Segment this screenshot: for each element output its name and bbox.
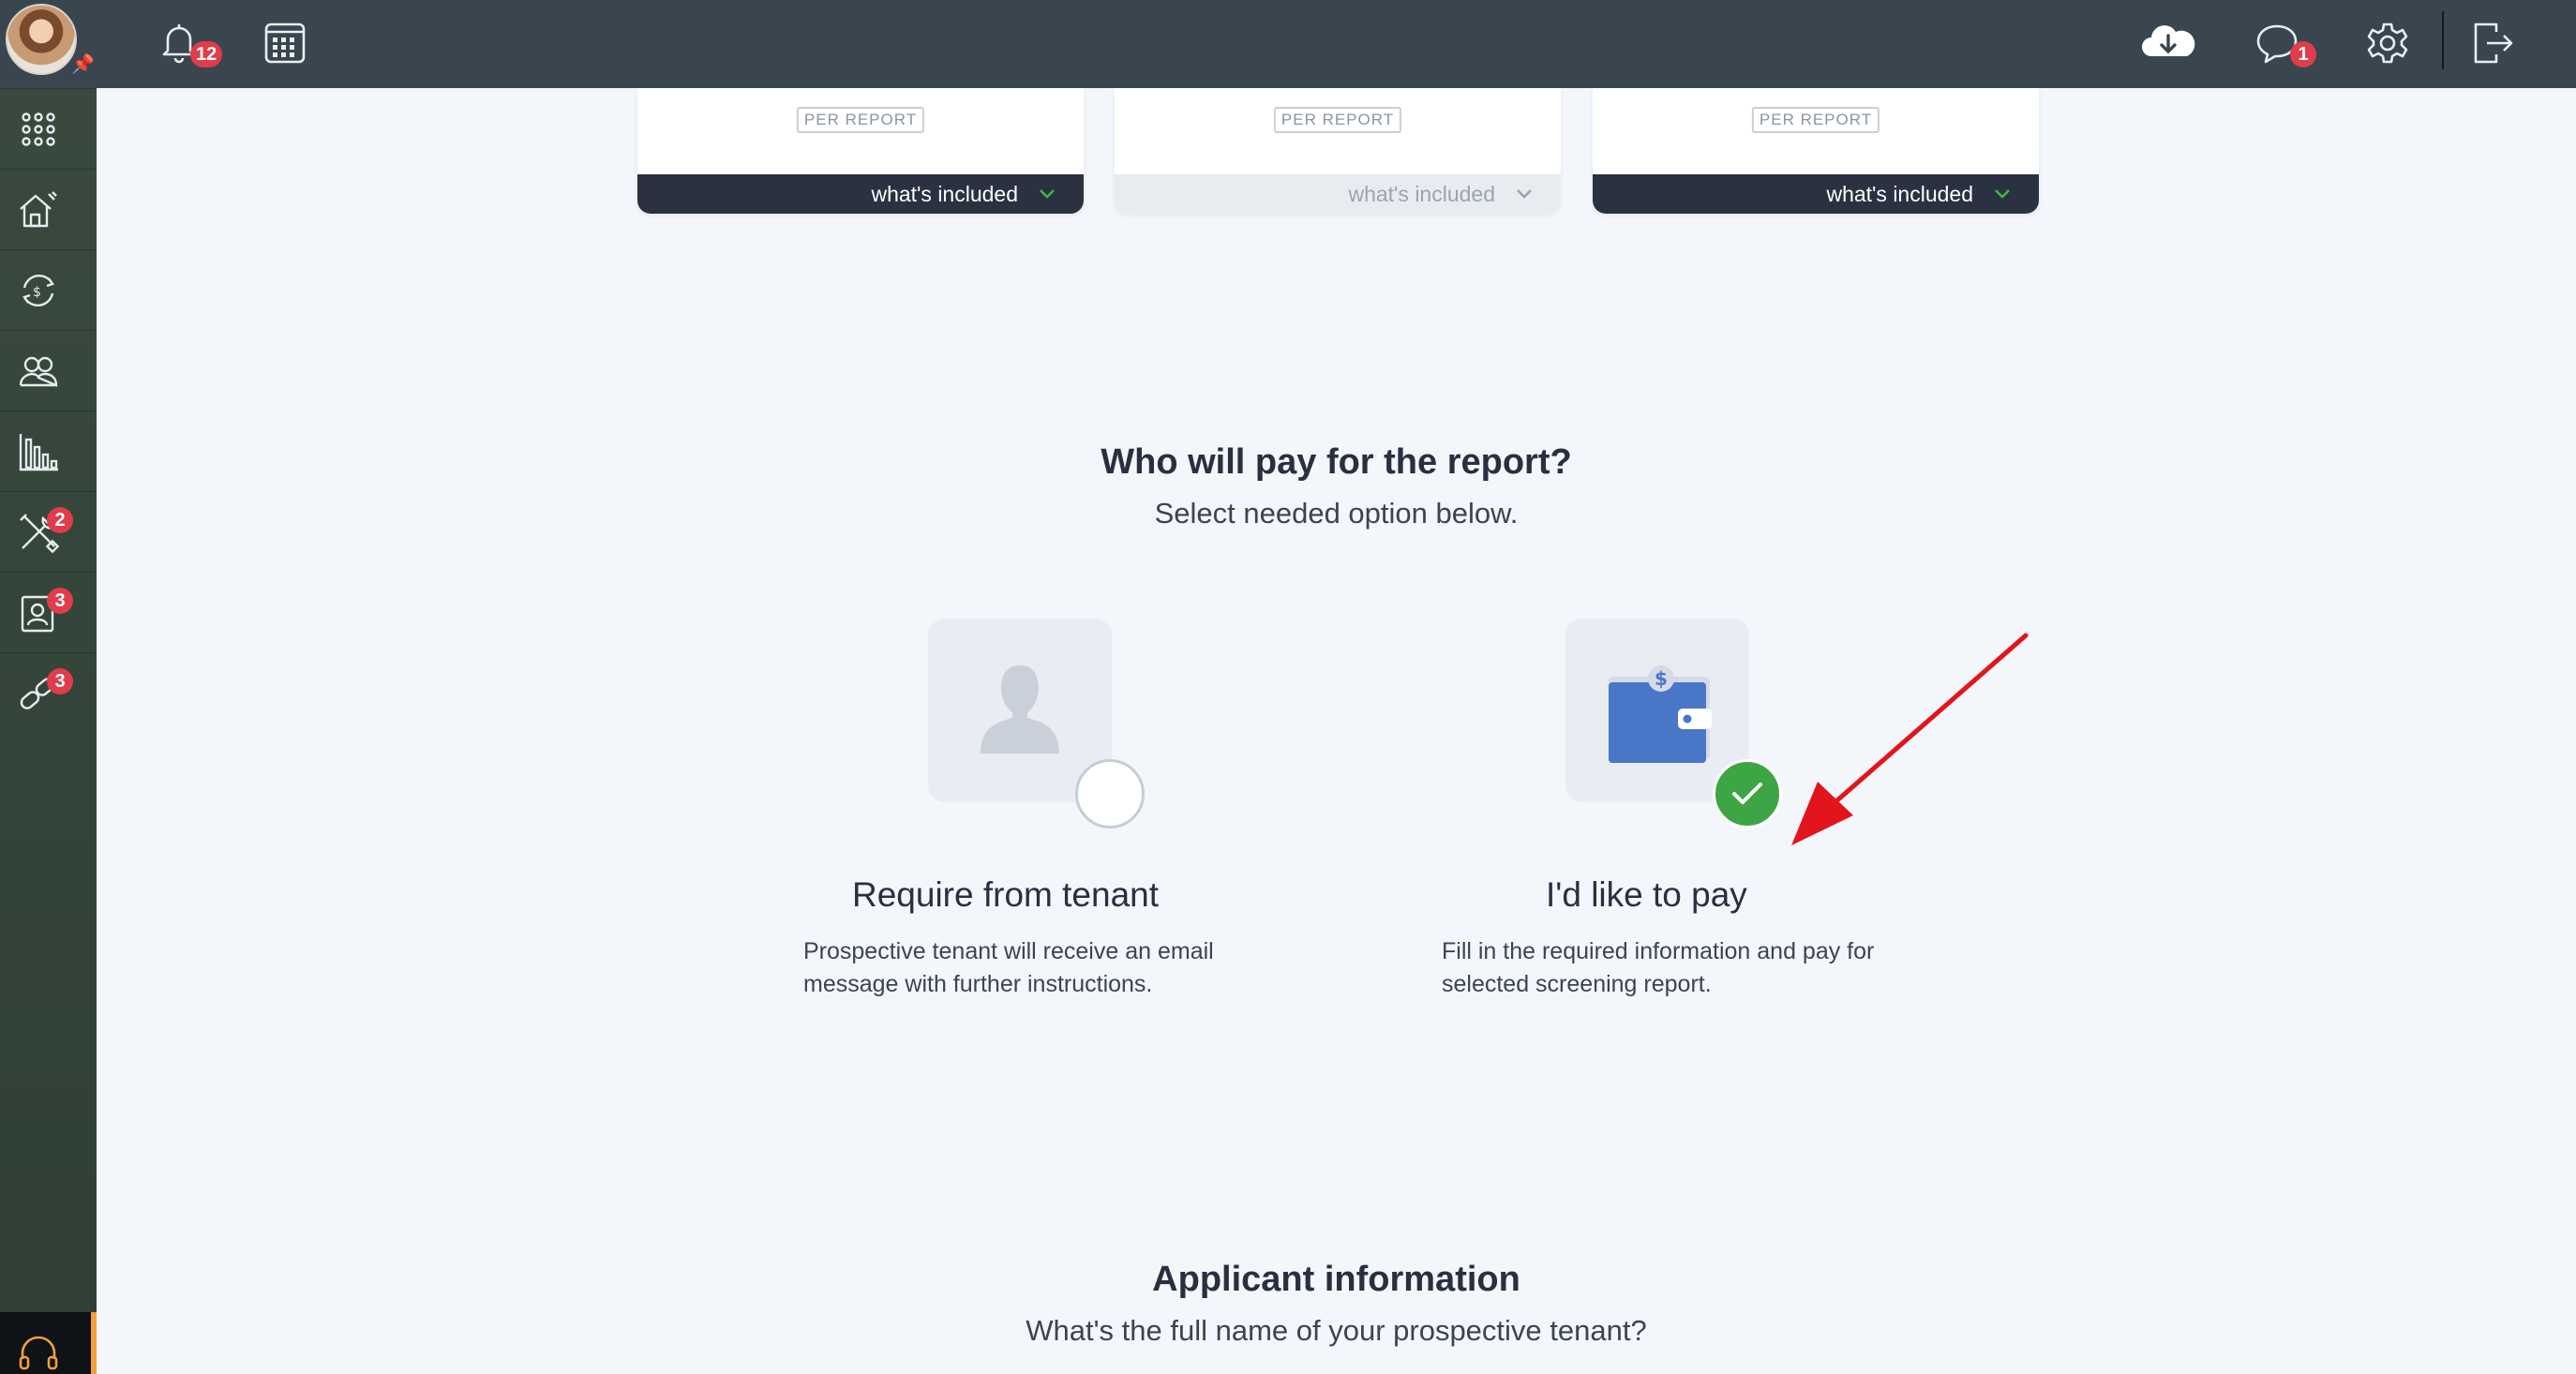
topbar-separator <box>2442 11 2444 69</box>
user-profile[interactable]: 📌 <box>0 0 97 88</box>
plan-card[interactable]: PER REPORT what's included <box>1593 88 2039 214</box>
whats-included-toggle[interactable]: what's included <box>637 174 1084 214</box>
option-title: I'd like to pay <box>1546 875 1747 914</box>
messages-button[interactable]: 1 <box>2253 19 2316 67</box>
option-description: Prospective tenant will receive an email… <box>803 938 1214 997</box>
payer-title: Who will pay for the report? <box>1101 442 1572 482</box>
person-icon <box>981 665 1059 754</box>
support-button[interactable] <box>0 1312 97 1374</box>
bar-chart-icon <box>19 434 58 471</box>
logout-icon <box>2474 22 2513 64</box>
chevron-down-icon <box>1040 189 1055 199</box>
messages-badge: 1 <box>2290 41 2316 67</box>
price-unit: PER REPORT <box>796 107 925 133</box>
chevron-down-icon <box>1517 189 1532 199</box>
sidebar-item-reports[interactable] <box>0 411 97 491</box>
applicant-subtitle: What's the full name of your prospective… <box>1026 1314 1647 1347</box>
option-description: Fill in the required information and pay… <box>1442 938 1875 997</box>
checkmark-icon <box>1732 783 1762 804</box>
id-like-to-pay-radio-checked[interactable] <box>1713 759 1782 829</box>
option-title: Require from tenant <box>852 875 1160 914</box>
price-unit: PER REPORT <box>1273 107 1402 133</box>
sidebar-item-maintenance[interactable]: 2 <box>0 491 97 572</box>
annotation-arrow <box>1791 633 2029 845</box>
whats-included-toggle[interactable]: what's included <box>1115 174 1561 214</box>
topbar: 12 1 <box>97 0 2576 88</box>
sidebar-item-services[interactable]: 3 <box>0 652 97 733</box>
whats-included-label: what's included <box>871 182 1018 206</box>
whats-included-toggle[interactable]: what's included <box>1593 174 2039 214</box>
plan-card[interactable]: PER REPORT what's included <box>1115 88 1561 214</box>
maintenance-badge: 2 <box>47 507 73 533</box>
wallet-icon: $ <box>1609 665 1712 763</box>
calendar-icon <box>264 22 306 64</box>
download-button[interactable] <box>2136 19 2200 67</box>
people-icon <box>19 356 58 387</box>
payer-subtitle: Select needed option below. <box>1154 497 1519 530</box>
sidebar-item-contacts[interactable] <box>0 330 97 411</box>
services-badge: 3 <box>47 668 73 694</box>
money-cycle-icon: $ <box>22 274 54 307</box>
applicant-title: Applicant information <box>1152 1260 1520 1299</box>
sidebar-item-properties[interactable] <box>0 169 97 249</box>
require-from-tenant-radio[interactable] <box>1075 759 1145 829</box>
avatar[interactable] <box>6 4 77 75</box>
whats-included-label: what's included <box>1826 182 1973 206</box>
calendar-button[interactable] <box>261 19 309 67</box>
screening-badge: 3 <box>47 588 73 614</box>
logout-button[interactable] <box>2468 19 2517 67</box>
gear-icon <box>2367 22 2408 64</box>
notifications-button[interactable]: 12 <box>155 19 223 67</box>
main-content: PER REPORT what's included PER REPORT wh… <box>97 88 2576 1374</box>
notifications-badge: 12 <box>190 41 223 67</box>
svg-text:$: $ <box>1655 667 1668 690</box>
sidebar-item-tenant-screening[interactable]: 3 <box>0 572 97 652</box>
settings-button[interactable] <box>2363 19 2412 67</box>
chevron-down-icon <box>1995 189 2010 199</box>
price-unit: PER REPORT <box>1751 107 1880 133</box>
sidebar: 📌 $ 2 3 3 <box>0 0 97 1374</box>
headset-icon <box>19 1336 58 1370</box>
plan-card[interactable]: PER REPORT what's included <box>637 88 1084 214</box>
house-icon <box>20 191 57 228</box>
svg-text:$: $ <box>33 285 41 300</box>
sidebar-item-apps[interactable] <box>0 88 97 169</box>
whats-included-label: what's included <box>1348 182 1495 206</box>
cloud-download-icon <box>2142 25 2195 56</box>
sidebar-item-accounting[interactable]: $ <box>0 249 97 330</box>
pin-icon[interactable]: 📌 <box>71 54 95 75</box>
grid-icon <box>22 112 55 146</box>
